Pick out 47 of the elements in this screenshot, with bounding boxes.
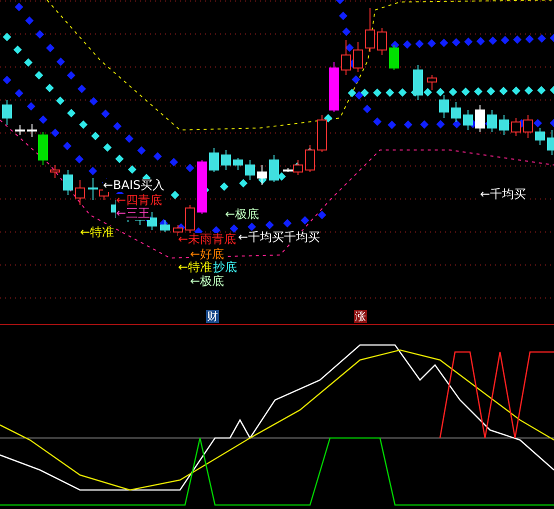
signal-label: ←未雨青底 <box>178 233 236 246</box>
candlestick <box>535 128 545 146</box>
signal-label: ←极底 <box>190 275 224 288</box>
candlestick <box>245 160 255 180</box>
candlestick <box>475 104 485 132</box>
candlestick <box>427 74 437 90</box>
candlestick <box>329 62 339 112</box>
candlestick <box>197 160 207 214</box>
candlestick <box>341 40 351 76</box>
candlestick <box>305 144 315 172</box>
candlestick <box>173 224 183 236</box>
candlestick <box>221 150 231 170</box>
candlestick <box>511 118 521 136</box>
candlestick <box>15 124 25 136</box>
signal-label: ←特准 <box>178 261 212 274</box>
signal-label: 抄底 <box>213 261 237 274</box>
candlestick <box>377 28 387 56</box>
signal-label: ←极底 <box>225 208 260 221</box>
candlestick <box>523 114 533 138</box>
candlestick <box>439 94 449 118</box>
candlestick <box>209 148 219 172</box>
signal-label: ←特准 <box>80 226 114 239</box>
candlestick <box>413 64 423 100</box>
candlestick <box>365 8 375 52</box>
candlestick <box>317 114 327 152</box>
candlestick <box>75 180 85 206</box>
candlestick <box>233 158 243 170</box>
candlestick <box>463 110 473 130</box>
candlestick <box>269 154 279 182</box>
signal-label: ←好底 <box>190 248 224 261</box>
candlestick <box>63 170 73 196</box>
marker-tag: 涨 <box>354 310 367 323</box>
candlestick <box>2 100 12 126</box>
candlestick <box>160 220 170 232</box>
candlestick <box>353 42 363 72</box>
signal-label: ←千均买 <box>480 188 526 201</box>
candlestick <box>50 164 60 178</box>
candlestick <box>257 164 267 186</box>
candlestick <box>499 114 509 136</box>
candlestick <box>487 110 497 132</box>
signal-label: ←千均买千均买 <box>238 231 320 244</box>
candlestick <box>547 130 554 156</box>
marker-tag: 财 <box>206 310 219 323</box>
signal-label: ←四青底 <box>116 194 162 207</box>
candlestick <box>389 44 399 70</box>
signal-label: ←BAIS买入 <box>103 179 165 192</box>
candlestick <box>451 102 461 122</box>
